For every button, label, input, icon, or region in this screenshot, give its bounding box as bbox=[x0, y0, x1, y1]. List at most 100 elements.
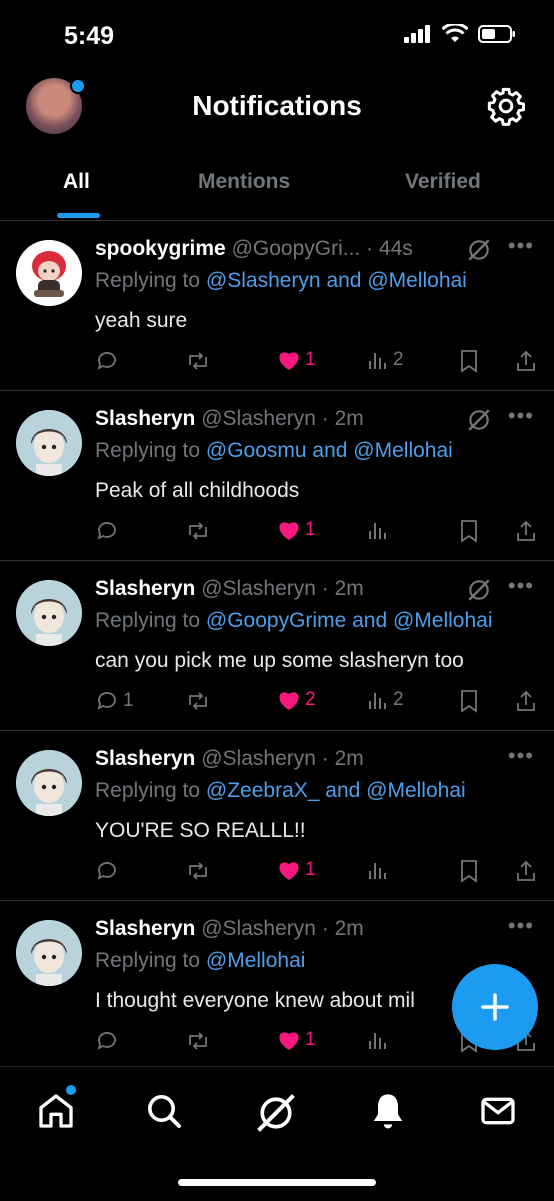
mail-icon[interactable] bbox=[478, 1091, 518, 1131]
reply-button[interactable] bbox=[95, 349, 123, 373]
home-icon[interactable] bbox=[36, 1091, 76, 1131]
user-handle: @Slasheryn bbox=[201, 407, 316, 430]
post-text: I thought everyone knew about mil bbox=[95, 989, 415, 1012]
user-handle: @GoopyGri... bbox=[231, 237, 361, 260]
gear-icon[interactable] bbox=[486, 86, 526, 126]
post-time: · 2m bbox=[321, 747, 364, 770]
reply-button[interactable] bbox=[95, 859, 123, 883]
notification-item[interactable]: Slasheryn @Slasheryn · 2m ••• Replying t… bbox=[0, 391, 554, 561]
replying-to-link[interactable]: @Slasheryn and @Mellohai bbox=[206, 269, 467, 292]
avatar[interactable] bbox=[16, 410, 82, 476]
views-icon bbox=[369, 863, 386, 879]
grok-icon[interactable] bbox=[466, 237, 492, 263]
status-bar: 5:49 bbox=[0, 0, 554, 72]
bookmark-icon bbox=[461, 350, 477, 373]
retweet-button[interactable] bbox=[185, 689, 211, 713]
bookmark-button[interactable] bbox=[459, 689, 479, 713]
display-name[interactable]: Slasheryn bbox=[95, 577, 195, 600]
display-name[interactable]: spookygrime bbox=[95, 237, 226, 260]
share-button[interactable] bbox=[515, 689, 537, 713]
more-icon[interactable]: ••• bbox=[508, 403, 534, 429]
views-button[interactable] bbox=[367, 859, 393, 881]
retweet-icon bbox=[189, 352, 207, 370]
like-count: 1 bbox=[305, 859, 316, 880]
views-icon bbox=[369, 353, 386, 369]
avatar[interactable] bbox=[16, 580, 82, 646]
compose-button[interactable] bbox=[452, 964, 538, 1050]
post-text: yeah sure bbox=[95, 309, 188, 332]
post-time: · 44s bbox=[366, 237, 413, 260]
share-icon bbox=[517, 350, 535, 371]
views-button[interactable]: 2 bbox=[367, 689, 404, 711]
reply-count: 1 bbox=[123, 690, 134, 711]
grok-icon[interactable] bbox=[466, 407, 492, 433]
views-count: 2 bbox=[393, 349, 404, 370]
display-name[interactable]: Slasheryn bbox=[95, 407, 195, 430]
replying-to-link[interactable]: @Mellohai bbox=[206, 949, 306, 972]
retweet-button[interactable] bbox=[185, 349, 211, 373]
action-bar: 1 2 bbox=[95, 349, 545, 377]
reply-button[interactable] bbox=[95, 519, 123, 543]
action-bar: 1 bbox=[95, 519, 545, 547]
display-name[interactable]: Slasheryn bbox=[95, 917, 195, 940]
post-time: · 2m bbox=[321, 917, 364, 940]
bookmark-button[interactable] bbox=[459, 519, 479, 543]
views-button[interactable]: 2 bbox=[367, 349, 404, 371]
avatar[interactable] bbox=[16, 750, 82, 816]
user-handle: @Slasheryn bbox=[201, 577, 316, 600]
replying-to-link[interactable]: @ZeebraX_ and @Mellohai bbox=[206, 779, 466, 802]
post-text: YOU'RE SO REALLL!! bbox=[95, 819, 306, 842]
grok-icon[interactable] bbox=[466, 577, 492, 603]
retweet-icon bbox=[189, 692, 207, 710]
notification-item[interactable]: Slasheryn @Slasheryn · 2m ••• Replying t… bbox=[0, 731, 554, 901]
bookmark-icon bbox=[461, 520, 477, 543]
tab-verified[interactable]: Verified bbox=[405, 170, 481, 194]
notification-item[interactable]: Slasheryn @Slasheryn · 2m ••• Replying t… bbox=[0, 561, 554, 731]
home-unread-dot bbox=[64, 1083, 78, 1097]
home-indicator bbox=[178, 1179, 376, 1186]
notification-feed: spookygrime @GoopyGri... · 44s ••• Reply… bbox=[0, 221, 554, 1071]
post-time: · 2m bbox=[321, 407, 364, 430]
search-icon[interactable] bbox=[144, 1091, 184, 1131]
retweet-button[interactable] bbox=[185, 519, 211, 543]
grok-icon[interactable] bbox=[254, 1091, 298, 1135]
avatar[interactable] bbox=[16, 240, 82, 306]
replying-prefix: Replying to bbox=[95, 269, 206, 292]
like-button[interactable]: 1 bbox=[277, 519, 316, 541]
retweet-button[interactable] bbox=[185, 1029, 211, 1053]
reply-button[interactable] bbox=[95, 1029, 123, 1053]
retweet-button[interactable] bbox=[185, 859, 211, 883]
more-icon[interactable]: ••• bbox=[508, 573, 534, 599]
replying-to-link[interactable]: @Goosmu and @Mellohai bbox=[206, 439, 453, 462]
signal-icon bbox=[404, 24, 430, 43]
replying-to-link[interactable]: @GoopyGrime and @Mellohai bbox=[206, 609, 493, 632]
like-button[interactable]: 1 bbox=[277, 349, 316, 371]
share-button[interactable] bbox=[515, 859, 537, 883]
more-icon[interactable]: ••• bbox=[508, 743, 534, 769]
bookmark-button[interactable] bbox=[459, 859, 479, 883]
share-button[interactable] bbox=[515, 519, 537, 543]
like-button[interactable]: 1 bbox=[277, 859, 316, 881]
more-icon[interactable]: ••• bbox=[508, 913, 534, 939]
bookmark-button[interactable] bbox=[459, 349, 479, 373]
share-button[interactable] bbox=[515, 349, 537, 373]
action-bar: 1 2 2 bbox=[95, 689, 545, 717]
like-button[interactable]: 2 bbox=[277, 689, 316, 711]
notification-item[interactable]: spookygrime @GoopyGri... · 44s ••• Reply… bbox=[0, 221, 554, 391]
avatar[interactable] bbox=[16, 920, 82, 986]
like-count: 1 bbox=[305, 349, 316, 370]
display-name[interactable]: Slasheryn bbox=[95, 747, 195, 770]
bottom-nav bbox=[0, 1066, 554, 1201]
reply-icon bbox=[97, 692, 116, 710]
retweet-icon bbox=[189, 522, 207, 540]
tab-mentions[interactable]: Mentions bbox=[198, 170, 290, 194]
bell-icon[interactable] bbox=[368, 1091, 408, 1131]
reply-button[interactable]: 1 bbox=[95, 689, 134, 713]
more-icon[interactable]: ••• bbox=[508, 233, 534, 259]
views-button[interactable] bbox=[367, 1029, 393, 1051]
tab-all[interactable]: All bbox=[63, 170, 90, 194]
post-text: Peak of all childhoods bbox=[95, 479, 300, 502]
views-button[interactable] bbox=[367, 519, 393, 541]
share-icon bbox=[517, 520, 535, 541]
like-button[interactable]: 1 bbox=[277, 1029, 316, 1051]
